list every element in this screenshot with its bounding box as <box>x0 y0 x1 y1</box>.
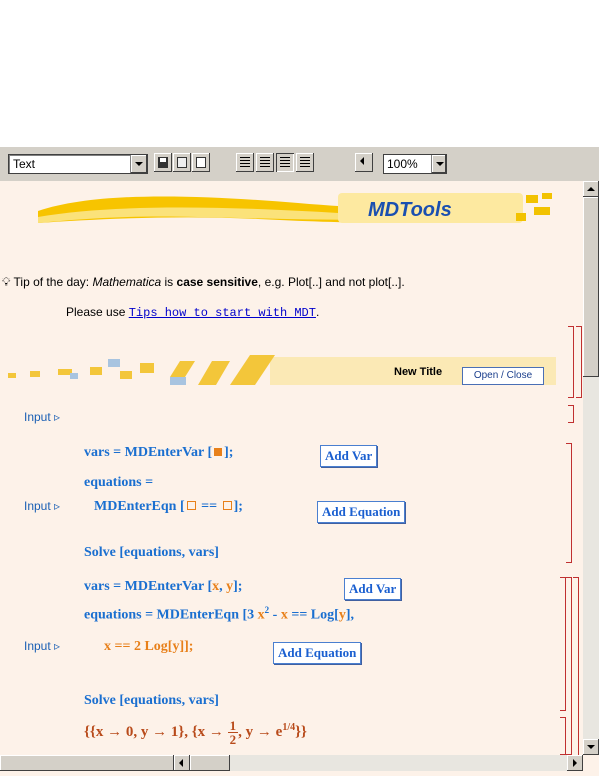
code-text: == 2 Log[ <box>111 639 173 654</box>
group-bracket[interactable] <box>576 326 582 398</box>
tip-bold: case sensitive <box>176 275 258 289</box>
var-x: x <box>280 607 288 623</box>
align-right-icon <box>280 157 290 168</box>
print-button[interactable] <box>173 153 191 172</box>
align-left-button[interactable] <box>236 153 254 172</box>
cell-bracket[interactable] <box>568 326 574 398</box>
horizontal-scroll-thumb[interactable] <box>0 755 174 771</box>
cell-bracket[interactable] <box>566 443 572 563</box>
align-justify-button[interactable] <box>296 153 314 172</box>
notebook-window: Text 100% MDTools 💡︎ Tip of the day: Mat… <box>0 146 599 776</box>
var-x: x <box>104 639 111 654</box>
chevron-down-icon[interactable] <box>431 155 446 173</box>
group-bracket[interactable] <box>573 577 579 755</box>
mdtools-banner: MDTools <box>38 193 552 223</box>
code-text: ]]; <box>179 639 194 654</box>
start-hint-suffix: . <box>315 305 320 319</box>
solve-line-2[interactable]: Solve [equations, vars] <box>84 693 219 709</box>
toolbar: Text 100% <box>0 146 599 182</box>
var-x: x <box>257 607 265 623</box>
equations-line-1[interactable]: equations = <box>84 475 153 491</box>
placeholder-filled-icon <box>214 448 223 456</box>
group-bracket[interactable] <box>566 577 572 755</box>
align-center-icon <box>260 157 270 168</box>
solve-line-1[interactable]: Solve [equations, vars] <box>84 545 219 561</box>
exponent: 1/4 <box>282 721 296 733</box>
output-text: }} <box>295 723 307 740</box>
section-title: New Title <box>394 366 443 378</box>
code-text: equations = MDEnterEqn [3 <box>84 607 258 623</box>
code-text: ], <box>345 607 354 623</box>
zoom-select[interactable]: 100% <box>383 154 447 174</box>
chevron-down-icon[interactable] <box>130 155 147 173</box>
start-hint-prefix: Please use <box>66 305 129 319</box>
denominator: 2 <box>229 732 237 747</box>
code-text: vars = MDEnterVar [ <box>84 445 213 460</box>
tip-suffix: , e.g. Plot[..] and not plot[..]. <box>257 275 405 289</box>
vars-line-2[interactable]: vars = MDEnterVar [x, y]; <box>84 579 242 595</box>
output-text: , y → e <box>238 723 283 740</box>
vars-line-1[interactable]: vars = MDEnterVar []; <box>84 445 233 461</box>
scroll-down-icon[interactable] <box>583 739 599 755</box>
placeholder-icon <box>222 501 232 510</box>
properties-button[interactable] <box>192 153 210 172</box>
var-y: y <box>338 607 346 623</box>
scroll-up-icon[interactable] <box>583 181 599 197</box>
code-text: ]; <box>224 445 234 460</box>
tip-of-the-day: 💡︎ Tip of the day: Mathematica is case s… <box>2 275 405 290</box>
code-text: ]; <box>233 579 243 594</box>
input-label: Input ▹ <box>24 639 61 653</box>
equations-line-2[interactable]: equations = MDEnterEqn [3 x2 - x == Log[… <box>84 605 354 624</box>
start-hint: Please use Tips how to start with MDT. <box>66 305 319 320</box>
align-justify-icon <box>300 157 310 168</box>
placeholder-icon <box>186 501 196 510</box>
notebook-content: MDTools 💡︎ Tip of the day: Mathematica i… <box>0 181 583 755</box>
align-left-icon <box>240 157 250 168</box>
input-label: Input ▹ <box>24 410 61 424</box>
scroll-left-icon[interactable] <box>174 755 190 771</box>
mdtools-logo: MDTools <box>368 199 452 221</box>
tip-app: Mathematica <box>92 275 162 289</box>
vertical-scroll-thumb[interactable] <box>583 197 599 377</box>
code-text: ]; <box>233 499 243 514</box>
scroll-right-icon[interactable] <box>567 755 583 771</box>
print-icon <box>177 157 187 168</box>
mdentereqn-line-2[interactable]: x == 2 Log[y]]; <box>104 639 193 655</box>
bulb-icon: 💡︎ <box>2 275 11 289</box>
save-icon <box>158 157 168 168</box>
code-text: MDEnterEqn [ <box>94 499 185 514</box>
output-result[interactable]: {{x → 0, y → 1}, {x → 12, y → e1/4}} <box>84 719 307 746</box>
output-text: {{x → 0, y → 1}, {x → <box>84 723 228 740</box>
vertical-scrollbar[interactable] <box>583 181 599 755</box>
style-select[interactable]: Text <box>8 154 148 174</box>
add-equation-button[interactable]: Add Equation <box>273 642 362 664</box>
input-label: Input ▹ <box>24 499 61 513</box>
code-text: - <box>269 607 281 623</box>
open-close-button[interactable]: Open / Close <box>462 367 544 385</box>
tip-mid: is <box>161 275 177 289</box>
add-var-button[interactable]: Add Var <box>344 578 402 600</box>
zoom-value: 100% <box>387 157 418 171</box>
add-var-button[interactable]: Add Var <box>320 445 378 467</box>
zoom-decrease-button[interactable] <box>355 153 373 172</box>
code-text: == <box>197 499 221 514</box>
add-equation-button[interactable]: Add Equation <box>317 501 406 523</box>
tips-link[interactable]: Tips how to start with MDT <box>129 306 316 320</box>
align-right-button[interactable] <box>276 153 294 172</box>
align-center-button[interactable] <box>256 153 274 172</box>
horizontal-scrollbar[interactable] <box>0 755 583 771</box>
tip-prefix: Tip of the day: <box>13 275 93 289</box>
save-button[interactable] <box>154 153 172 172</box>
properties-icon <box>196 157 206 168</box>
numerator: 1 <box>227 718 239 733</box>
code-text: == Log[ <box>287 607 339 623</box>
code-text: vars = MDEnterVar [ <box>84 579 213 594</box>
mdentereqn-line-1[interactable]: MDEnterEqn [ == ]; <box>94 499 243 515</box>
cell-bracket[interactable] <box>560 717 566 755</box>
cell-bracket[interactable] <box>568 405 574 423</box>
horizontal-scroll-handle[interactable] <box>190 755 230 771</box>
style-select-value: Text <box>13 157 36 171</box>
fraction: 12 <box>227 718 239 747</box>
